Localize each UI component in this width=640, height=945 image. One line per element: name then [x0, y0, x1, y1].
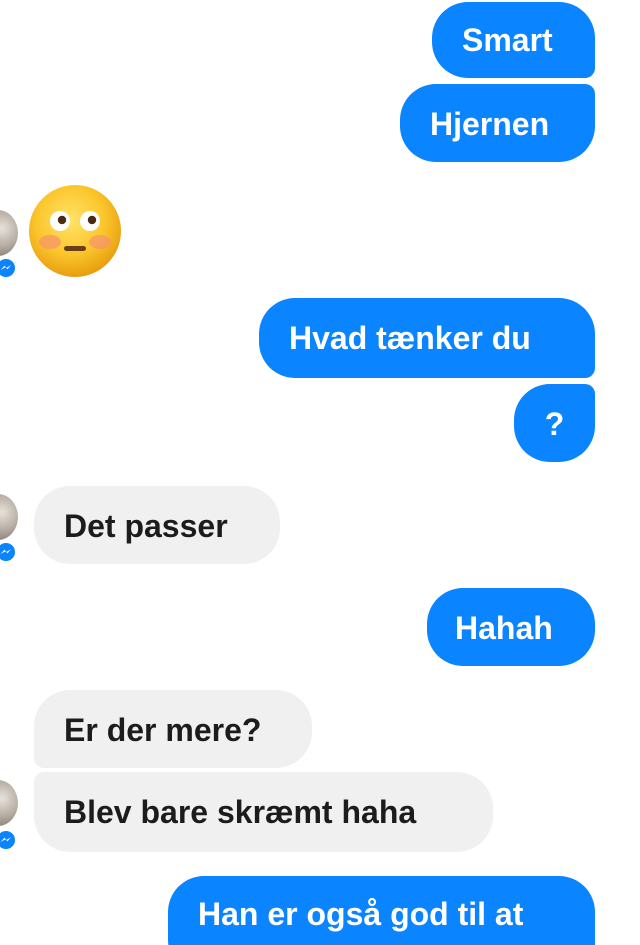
messenger-badge-icon [0, 540, 18, 564]
message-text: Blev bare skræmt haha [64, 794, 417, 830]
message-bubble-incoming[interactable]: Er der mere? [34, 690, 312, 768]
message-text: Det passer [64, 508, 228, 544]
message-text: Er der mere? [64, 712, 262, 748]
message-bubble-incoming[interactable]: Det passer [34, 486, 280, 564]
message-bubble-outgoing[interactable]: Hjernen [400, 84, 595, 162]
message-text: ? [544, 406, 565, 442]
message-bubble-outgoing[interactable]: Hahah [427, 588, 595, 666]
message-bubble-outgoing[interactable]: Hvad tænker du [259, 298, 595, 378]
contact-avatar[interactable] [0, 494, 18, 540]
flushed-face-emoji[interactable] [28, 184, 122, 278]
chat-thread[interactable]: Smart Hjernen Hvad tænker du ? Det passe… [0, 0, 640, 945]
contact-avatar[interactable] [0, 780, 18, 826]
message-bubble-outgoing[interactable]: Smart [432, 2, 595, 78]
message-text: Hvad tænker du [289, 320, 531, 356]
message-text: Hjernen [430, 106, 550, 142]
message-bubble-outgoing[interactable]: ? [514, 384, 595, 462]
message-bubble-incoming[interactable]: Blev bare skræmt haha [34, 772, 493, 852]
message-text: Hahah [455, 610, 553, 646]
contact-avatar[interactable] [0, 210, 18, 256]
messenger-badge-icon [0, 256, 18, 280]
message-bubble-outgoing[interactable]: Han er også god til at [168, 876, 595, 945]
message-text: Han er også god til at [198, 896, 524, 932]
messenger-badge-icon [0, 828, 18, 852]
message-text: Smart [462, 22, 553, 58]
